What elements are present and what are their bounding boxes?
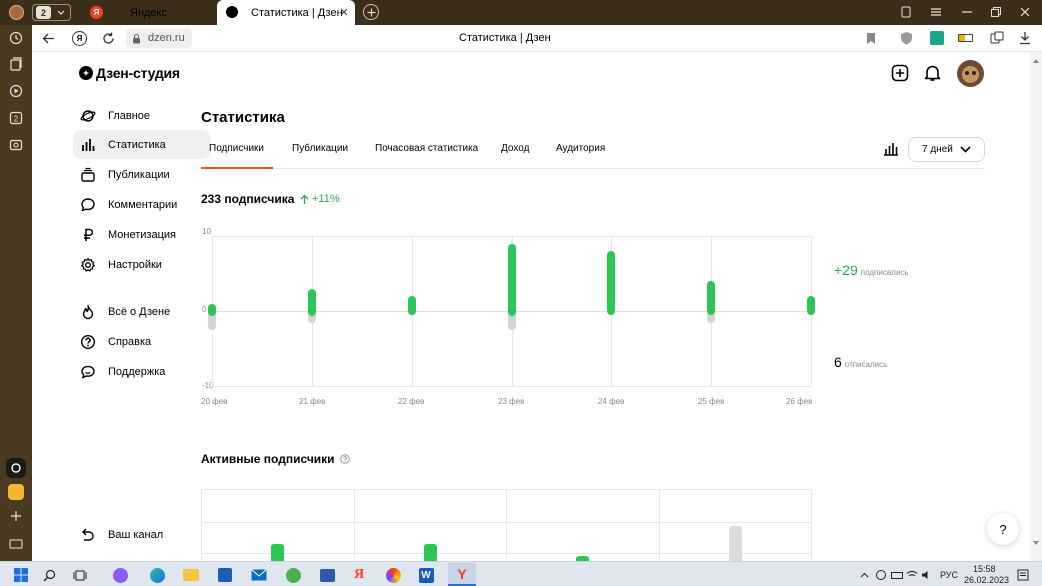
tab-count-badge: 2 (36, 6, 51, 19)
bar-active-subscribers (424, 544, 437, 561)
yandex-browser-icon[interactable] (384, 566, 402, 584)
clock-date[interactable]: 26.02.2023 (964, 575, 1009, 585)
task-view-icon[interactable] (71, 566, 89, 584)
bar-subscribed (707, 281, 715, 315)
collections-icon[interactable] (900, 6, 912, 18)
page-scrollbar[interactable] (1030, 52, 1042, 561)
tab-yandex[interactable]: Я Яндекс (84, 0, 214, 25)
screenshot-icon[interactable] (8, 137, 24, 153)
browser-side-panel: 2 (0, 25, 32, 561)
scroll-up-icon[interactable] (1033, 58, 1039, 78)
menu-icon[interactable] (930, 6, 942, 18)
svg-text:2: 2 (14, 115, 19, 124)
translate-extension-icon[interactable] (930, 31, 944, 45)
add-panel-icon[interactable] (8, 508, 24, 524)
collections-panel-icon[interactable] (8, 56, 24, 72)
bar-subscribed (807, 296, 815, 315)
messenger-icon[interactable] (8, 484, 24, 500)
bar-subscribed (607, 251, 615, 315)
lock-icon (132, 33, 141, 44)
new-tab-button[interactable] (363, 4, 379, 20)
chart-grid-vertical (201, 489, 202, 561)
chart-grid-vertical (506, 489, 507, 561)
yandex-home-icon[interactable]: Я (72, 31, 87, 46)
panel-settings-icon[interactable] (8, 536, 24, 552)
url-text: dzen.ru (148, 32, 185, 44)
bookmark-icon[interactable] (866, 32, 876, 45)
volume-tray-icon[interactable] (918, 566, 936, 584)
reload-icon[interactable] (102, 32, 115, 45)
close-window-button[interactable] (1019, 6, 1031, 18)
protect-shield-icon[interactable] (900, 31, 913, 45)
bar-active-subscribers-partial (729, 526, 742, 561)
bar-subscribed (508, 244, 516, 316)
tab-label: Яндекс (130, 6, 167, 19)
help-button[interactable]: ? (987, 513, 1019, 545)
clock-time[interactable]: 15:58 (973, 564, 996, 574)
windows-start-icon[interactable] (12, 566, 30, 584)
back-icon[interactable] (42, 32, 55, 45)
keyboard-language[interactable]: РУС (940, 570, 958, 580)
store-icon[interactable] (216, 566, 234, 584)
edge-browser-icon[interactable] (148, 566, 166, 584)
scroll-down-icon[interactable] (1033, 541, 1039, 551)
yandex-icon[interactable]: Я (350, 566, 368, 584)
mail-icon[interactable] (250, 566, 268, 584)
profile-avatar-icon[interactable] (9, 5, 24, 20)
tab-statistics[interactable]: Статистика | Дзен (217, 0, 355, 25)
download-icon[interactable] (1019, 31, 1031, 45)
history-icon[interactable] (8, 30, 24, 46)
network-tool-icon[interactable] (318, 566, 336, 584)
bar-subscribed (408, 296, 416, 315)
minimize-button[interactable] (961, 6, 973, 18)
yandex-favicon-icon: Я (90, 6, 103, 19)
dzen-favicon-icon (226, 6, 238, 18)
alice-icon[interactable] (6, 458, 26, 478)
extensions-icon[interactable] (990, 31, 1004, 45)
restore-button[interactable] (990, 6, 1002, 18)
chart-grid-vertical (354, 489, 355, 561)
chart-grid-vertical (659, 489, 660, 561)
tabs-panel-icon[interactable]: 2 (8, 110, 24, 126)
tab-close-icon[interactable] (339, 7, 349, 17)
active-subscribers-chart (32, 52, 1030, 561)
dzen-studio-page: Дзен-студия Главное Статистика Публикаци… (32, 52, 1030, 561)
file-explorer-icon[interactable] (182, 566, 200, 584)
notifications-tray-icon[interactable] (1014, 566, 1032, 584)
battery-icon (958, 34, 973, 42)
video-icon[interactable] (8, 83, 24, 99)
help-button-label: ? (999, 521, 1007, 537)
app-icon-purple[interactable] (111, 566, 129, 584)
torrent-icon[interactable] (284, 566, 302, 584)
tab-counter[interactable]: 2 (32, 4, 71, 21)
bar-active-subscribers (271, 544, 284, 561)
bar-subscribed (208, 304, 216, 316)
url-field[interactable]: dzen.ru (126, 29, 192, 48)
chevron-down-icon (57, 10, 65, 16)
tab-label: Статистика | Дзен (251, 7, 343, 19)
tray-expand-icon[interactable] (855, 566, 873, 584)
windows-taskbar: Я W Y РУС 15:58 26.02.2023 (0, 561, 1042, 586)
word-icon[interactable]: W (417, 566, 435, 584)
chart-grid-vertical (811, 489, 812, 561)
page-title-text: Статистика | Дзен (459, 32, 551, 44)
yandex-active-icon[interactable]: Y (448, 563, 476, 586)
search-icon[interactable] (40, 566, 58, 584)
bar-subscribed (308, 289, 316, 316)
